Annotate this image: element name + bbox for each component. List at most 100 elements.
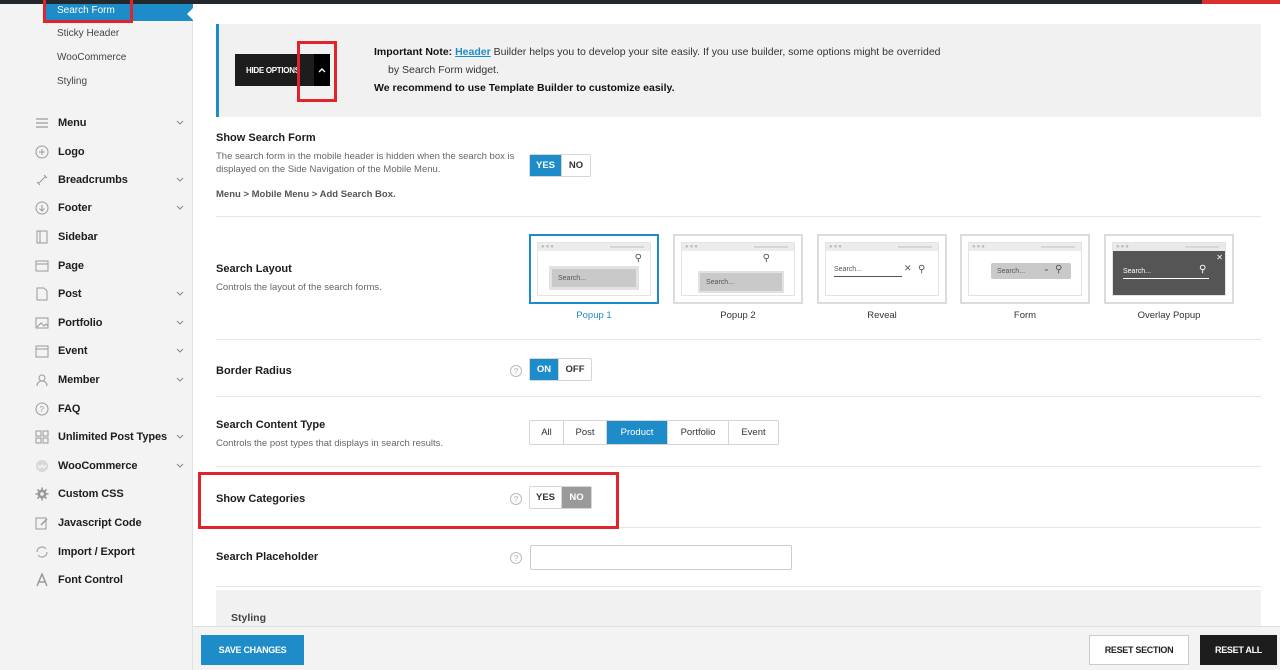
note-text-1: Builder helps you to develop your site e… (490, 46, 941, 58)
font-icon (34, 572, 50, 588)
help-icon[interactable]: ? (510, 552, 522, 564)
layout-option-popup-1[interactable]: ●●● ⚲ Search... Popup 1 (529, 234, 659, 321)
sidebar-item-post[interactable]: Post (34, 284, 186, 304)
no-option[interactable]: NO (562, 487, 591, 508)
layout-option-reveal[interactable]: ●●● Search... ✕ ⚲ Reveal (817, 234, 947, 321)
layout-option-overlay-popup[interactable]: ●●● ✕ Search... ⚲ Overlay Popup (1104, 234, 1234, 321)
sidebar-icon (34, 229, 50, 245)
yes-option[interactable]: YES (530, 487, 562, 508)
search-field-preview: Search... (834, 263, 902, 277)
sidebar-item-javascript-code[interactable]: Javascript Code (34, 513, 186, 533)
image-icon (34, 315, 50, 331)
sidebar-item-label: Import / Export (58, 546, 135, 558)
layout-preview: ●●● Search... ✕ ⚲ (817, 234, 947, 304)
sidebar-item-label: Portfolio (58, 317, 103, 329)
member-icon (34, 372, 50, 388)
sidebar-item-font-control[interactable]: Font Control (34, 570, 186, 590)
search-icon: ⚲ (918, 264, 926, 275)
sidebar-item-event[interactable]: Event (34, 341, 186, 361)
content-type-product[interactable]: Product (607, 421, 668, 444)
search-field-preview: Search... (1123, 265, 1209, 279)
sidebar-item-label: FAQ (58, 403, 81, 415)
search-layout-title: Search Layout (216, 263, 292, 275)
sidebar-item-label: Unlimited Post Types (58, 431, 168, 443)
search-icon: ⚲ (634, 253, 642, 264)
layout-option-form[interactable]: ●●● Search... ⌄ ⚲ Form (960, 234, 1090, 321)
note-text: Important Note: Header Builder helps you… (374, 43, 974, 97)
question-circle-icon: ? (34, 401, 50, 417)
search-layout-desc: Controls the layout of the search forms. (216, 282, 382, 293)
content-type-all[interactable]: All (530, 421, 564, 444)
yes-option[interactable]: YES (530, 155, 562, 176)
sidebar-item-faq[interactable]: ? FAQ (34, 399, 186, 419)
layout-option-popup-2[interactable]: ●●● ⚲ Search... Popup 2 (673, 234, 803, 321)
sidebar-item-unlimited-post-types[interactable]: Unlimited Post Types (34, 427, 186, 447)
main-content: HIDE OPTIONS Important Note: Header Buil… (193, 4, 1280, 630)
sidebar-item-portfolio[interactable]: Portfolio (34, 313, 186, 333)
link-icon (34, 172, 50, 188)
layout-mini-preview: ●●● ✕ Search... ⚲ (1112, 242, 1226, 296)
content-type-portfolio[interactable]: Portfolio (668, 421, 729, 444)
reset-section-button[interactable]: RESET SECTION (1089, 635, 1189, 665)
sidebar: Search Form Sticky Header WooCommerce St… (0, 4, 193, 670)
sidebar-item-import-export[interactable]: Import / Export (34, 542, 186, 562)
plus-circle-icon (34, 144, 50, 160)
help-icon[interactable]: ? (510, 365, 522, 377)
save-changes-button[interactable]: SAVE CHANGES (201, 635, 304, 665)
note-line-1: Important Note: Header Builder helps you… (374, 43, 974, 61)
content-type-event[interactable]: Event (729, 421, 778, 444)
sync-icon (34, 544, 50, 560)
sidebar-subitem-styling[interactable]: Styling (57, 76, 87, 87)
sidebar-item-custom-css[interactable]: Custom CSS (34, 484, 186, 504)
sidebar-item-logo[interactable]: Logo (34, 142, 186, 162)
sidebar-item-label: Javascript Code (58, 517, 142, 529)
layout-preview: ●●● ⚲ Search... (529, 234, 659, 304)
chevron-down-icon (176, 289, 186, 299)
chevron-down-icon: ⌄ (1043, 264, 1050, 273)
show-search-form-title: Show Search Form (216, 132, 316, 144)
sidebar-item-sidebar[interactable]: Sidebar (34, 227, 186, 247)
chevron-down-icon (176, 118, 186, 128)
reset-all-button[interactable]: RESET ALL (1200, 635, 1277, 665)
sidebar-item-label: Event (58, 345, 88, 357)
hide-options-label: HIDE OPTIONS (246, 65, 300, 75)
on-option[interactable]: ON (530, 359, 559, 380)
sidebar-item-label: Font Control (58, 574, 123, 586)
chevron-down-icon (176, 318, 186, 328)
layout-preview: ●●● ⚲ Search... (673, 234, 803, 304)
sidebar-item-label: Breadcrumbs (58, 174, 128, 186)
chevron-up-icon[interactable] (314, 54, 330, 86)
sidebar-subitem-search-form[interactable]: Search Form (45, 4, 193, 21)
sidebar-subitem-woocommerce[interactable]: WooCommerce (57, 52, 126, 63)
sidebar-item-woocommerce[interactable]: WooCommerce (34, 456, 186, 476)
show-categories-row: Show Categories ? YES NO (216, 467, 1261, 528)
sidebar-item-menu[interactable]: Menu (34, 113, 186, 133)
page-icon (34, 258, 50, 274)
search-field-preview: Search... (552, 269, 636, 287)
gear-icon (34, 486, 50, 502)
sidebar-item-footer[interactable]: Footer (34, 198, 186, 218)
calendar-icon (34, 343, 50, 359)
sidebar-item-member[interactable]: Member (34, 370, 186, 390)
header-builder-link[interactable]: Header (455, 46, 491, 58)
content-type-post[interactable]: Post (564, 421, 607, 444)
sidebar-item-page[interactable]: Page (34, 256, 186, 276)
hide-options-button[interactable]: HIDE OPTIONS (235, 54, 330, 86)
sidebar-subitem-sticky-header[interactable]: Sticky Header (57, 28, 119, 39)
search-content-type-row: Search Content Type Controls the post ty… (216, 397, 1261, 467)
layout-mini-preview: ●●● Search... ✕ ⚲ (825, 242, 939, 296)
show-search-form-row: Show Search Form The search form in the … (216, 117, 1261, 217)
help-icon[interactable]: ? (510, 493, 522, 505)
post-icon (34, 286, 50, 302)
no-option[interactable]: NO (562, 155, 590, 176)
show-search-form-toggle: YES NO (529, 154, 591, 177)
search-placeholder-input[interactable] (530, 545, 792, 570)
sidebar-item-label: Sidebar (58, 231, 98, 243)
sidebar-item-label: Member (58, 374, 100, 386)
search-content-type-selector: All Post Product Portfolio Event (529, 420, 779, 445)
search-icon: ⚲ (762, 253, 770, 264)
off-option[interactable]: OFF (559, 359, 591, 380)
sidebar-item-breadcrumbs[interactable]: Breadcrumbs (34, 170, 186, 190)
layout-preview: ●●● Search... ⌄ ⚲ (960, 234, 1090, 304)
styling-panel[interactable]: Styling (216, 590, 1261, 630)
